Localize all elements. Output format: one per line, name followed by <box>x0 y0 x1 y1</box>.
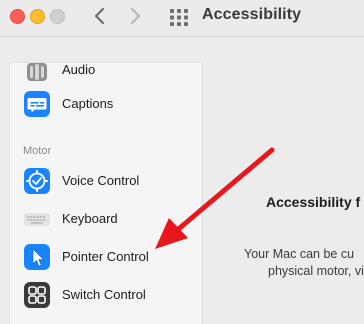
sidebar-item-audio[interactable]: Audio <box>10 52 202 88</box>
app-window: Accessibility Audio Captions Motor Voice… <box>0 0 364 324</box>
sidebar-item-label: Voice Control <box>62 173 140 188</box>
grid-icon <box>170 9 188 26</box>
content-pane <box>210 62 364 324</box>
content-description-line: Your Mac can be cu <box>244 247 355 261</box>
close-window-button[interactable] <box>10 9 25 24</box>
section-header-motor: Motor <box>23 145 52 157</box>
back-button[interactable] <box>89 4 111 28</box>
sidebar-item-label: Pointer Control <box>62 249 149 264</box>
minimize-window-button[interactable] <box>30 9 45 24</box>
content-description: Your Mac can be cu physical motor, vi <box>244 246 364 280</box>
keyboard-icon <box>24 206 50 232</box>
sidebar: Audio Captions Motor Voice Control Keybo… <box>9 62 203 324</box>
forward-button[interactable] <box>124 4 146 28</box>
zoom-window-button[interactable] <box>50 9 65 24</box>
sidebar-item-voice-control[interactable]: Voice Control <box>10 163 202 199</box>
window-title: Accessibility <box>202 6 302 23</box>
sidebar-item-label: Switch Control <box>62 287 146 302</box>
sidebar-item-label: Keyboard <box>62 211 118 226</box>
content-title: Accessibility f <box>266 194 361 210</box>
show-all-button[interactable] <box>168 6 190 28</box>
pointer-icon <box>24 244 50 270</box>
chevron-left-icon <box>94 7 105 25</box>
sidebar-item-label: Audio <box>62 62 96 77</box>
sidebar-item-pointer-control[interactable]: Pointer Control <box>10 239 202 275</box>
switch-control-icon <box>24 282 50 308</box>
speaker-icon <box>24 57 50 83</box>
sidebar-item-keyboard[interactable]: Keyboard <box>10 201 202 237</box>
sidebar-item-switch-control[interactable]: Switch Control <box>10 277 202 313</box>
captions-icon <box>24 91 50 117</box>
sidebar-item-captions[interactable]: Captions <box>10 86 202 122</box>
voice-control-icon <box>24 168 50 194</box>
content-description-line: physical motor, vi <box>268 264 364 278</box>
title-bar: Accessibility <box>0 0 364 37</box>
chevron-right-icon <box>130 7 141 25</box>
sidebar-item-label: Captions <box>62 96 114 111</box>
